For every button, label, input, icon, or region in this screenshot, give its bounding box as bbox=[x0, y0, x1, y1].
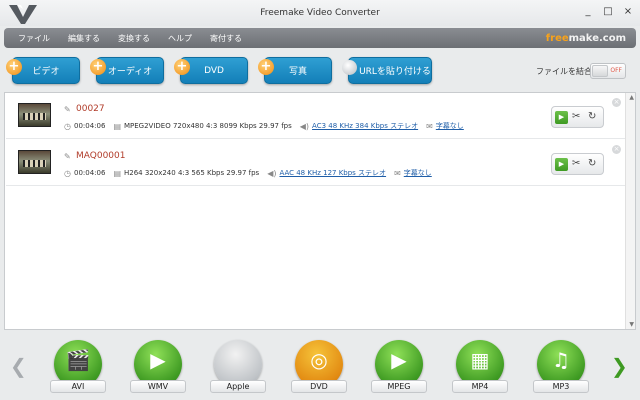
play-icon[interactable]: ▶ bbox=[555, 111, 568, 124]
file-row[interactable]: ✎ MAQ00001 ◷ 00:04:06 ▤ H264 320x240 4:3… bbox=[6, 140, 625, 186]
add-dvd-plus-icon: + bbox=[174, 59, 190, 75]
menu-donate[interactable]: 寄付する bbox=[210, 33, 242, 44]
brand-suffix: make.com bbox=[568, 33, 626, 44]
video-thumbnail bbox=[18, 103, 51, 127]
format-avi-button[interactable]: 🎬 AVI bbox=[50, 340, 106, 396]
clapperboard-icon: 🎬 bbox=[65, 348, 91, 372]
audio-info-link[interactable]: AC3 48 KHz 384 Kbps ステレオ bbox=[312, 121, 418, 131]
maximize-button[interactable]: □ bbox=[602, 6, 614, 18]
file-actions: ▶ ✂ ↻ bbox=[551, 153, 604, 175]
format-avi-label: AVI bbox=[50, 380, 106, 393]
window-title: Freemake Video Converter bbox=[260, 8, 380, 18]
menu-file[interactable]: ファイル bbox=[18, 33, 50, 44]
scroll-right-arrow-icon[interactable]: ❯ bbox=[611, 354, 628, 378]
menu-edit[interactable]: 編集する bbox=[68, 33, 100, 44]
minimize-button[interactable]: _ bbox=[582, 6, 594, 18]
file-list: ✎ 00027 ◷ 00:04:06 ▤ MPEG2VIDEO 720x480 … bbox=[4, 92, 636, 330]
brand-prefix: free bbox=[545, 33, 569, 44]
rotate-icon[interactable]: ↻ bbox=[588, 158, 596, 169]
play-icon[interactable]: ▶ bbox=[555, 158, 568, 171]
video-info: MPEG2VIDEO 720x480 4:3 8099 Kbps 29.97 f… bbox=[124, 122, 292, 130]
format-apple-button[interactable]: Apple bbox=[210, 340, 266, 396]
remove-file-icon[interactable]: × bbox=[612, 98, 621, 107]
film-icon: ▤ bbox=[113, 168, 121, 178]
file-name[interactable]: MAQ00001 bbox=[76, 151, 125, 161]
tv-play-icon: ▶ bbox=[391, 348, 407, 372]
windows-media-icon: ▶ bbox=[150, 348, 166, 372]
format-mpeg-button[interactable]: ▶ MPEG bbox=[371, 340, 427, 396]
edit-name-pencil-icon[interactable]: ✎ bbox=[64, 152, 71, 161]
add-dvd-label: DVD bbox=[204, 65, 224, 76]
scroll-down-icon[interactable]: ▼ bbox=[629, 321, 634, 328]
file-name[interactable]: 00027 bbox=[76, 104, 105, 114]
edit-name-pencil-icon[interactable]: ✎ bbox=[64, 105, 71, 114]
file-actions: ▶ ✂ ↻ bbox=[551, 106, 604, 128]
add-video-label: ビデオ bbox=[32, 67, 60, 77]
speech-bubble-icon: ✉ bbox=[426, 121, 433, 131]
menu-bar: ファイル 編集する 変換する ヘルプ 寄付する freemake.com bbox=[4, 28, 636, 48]
close-button[interactable]: × bbox=[622, 6, 634, 18]
add-dvd-button[interactable]: DVD bbox=[180, 57, 248, 84]
add-photo-button[interactable]: 写真 bbox=[264, 57, 332, 84]
add-audio-button[interactable]: オーディオ bbox=[96, 57, 164, 84]
audio-info-link[interactable]: AAC 48 KHz 127 Kbps ステレオ bbox=[279, 168, 386, 178]
rotate-icon[interactable]: ↻ bbox=[588, 111, 596, 122]
brand-link[interactable]: freemake.com bbox=[546, 33, 626, 44]
clock-icon: ◷ bbox=[64, 168, 71, 178]
format-mp3-button[interactable]: ♫ MP3 bbox=[533, 340, 589, 396]
file-duration: 00:04:06 bbox=[73, 122, 106, 130]
headphones-icon: ♫ bbox=[552, 348, 570, 372]
remove-file-icon[interactable]: × bbox=[612, 145, 621, 154]
subtitles-link[interactable]: 字幕なし bbox=[436, 121, 464, 131]
speech-bubble-icon: ✉ bbox=[394, 168, 401, 178]
dvd-disc-icon: ◎ bbox=[310, 348, 328, 372]
format-mp4-label: MP4 bbox=[452, 380, 508, 393]
paste-url-button[interactable]: URLを貼り付ける bbox=[348, 57, 432, 84]
file-duration: 00:04:06 bbox=[73, 169, 106, 177]
add-audio-plus-icon: + bbox=[90, 59, 106, 75]
file-meta: ◷ 00:04:06 ▤ MPEG2VIDEO 720x480 4:3 8099… bbox=[64, 121, 464, 131]
join-files-label: ファイルを結合 bbox=[536, 67, 592, 76]
format-dvd-label: DVD bbox=[291, 380, 347, 393]
video-info: H264 320x240 4:3 565 Kbps 29.97 fps bbox=[124, 169, 260, 177]
toggle-knob bbox=[592, 65, 608, 77]
add-video-plus-icon: + bbox=[6, 59, 22, 75]
toolbar: ビデオ + オーディオ + DVD + 写真 + URLを貼り付ける ファイルを… bbox=[0, 52, 640, 90]
file-meta: ◷ 00:04:06 ▤ H264 320x240 4:3 565 Kbps 2… bbox=[64, 168, 432, 178]
scrollbar[interactable]: ▲ ▼ bbox=[625, 93, 635, 329]
title-bar: Freemake Video Converter _ □ × bbox=[0, 0, 640, 26]
film-icon: ▤ bbox=[113, 121, 121, 131]
scissors-icon[interactable]: ✂ bbox=[572, 158, 580, 169]
subtitles-link[interactable]: 字幕なし bbox=[404, 168, 432, 178]
mobile-device-icon: ▦ bbox=[470, 348, 490, 372]
format-wmv-label: WMV bbox=[130, 380, 186, 393]
menu: ファイル 編集する 変換する ヘルプ 寄付する bbox=[18, 28, 242, 48]
join-files-toggle[interactable]: OFF bbox=[590, 63, 626, 79]
add-photo-plus-icon: + bbox=[258, 59, 274, 75]
menu-help[interactable]: ヘルプ bbox=[168, 33, 192, 44]
window-controls: _ □ × bbox=[582, 6, 634, 18]
output-formats-bar: ❮ 🎬 AVI ▶ WMV Apple ◎ DVD ▶ MPEG ▦ MP4 ♫… bbox=[0, 334, 640, 400]
video-thumbnail bbox=[18, 150, 51, 174]
format-mp4-button[interactable]: ▦ MP4 bbox=[452, 340, 508, 396]
format-mp3-label: MP3 bbox=[533, 380, 589, 393]
speaker-icon: ◀) bbox=[299, 121, 310, 131]
globe-icon bbox=[342, 60, 357, 75]
format-apple-label: Apple bbox=[210, 380, 266, 393]
add-audio-label: オーディオ bbox=[107, 67, 153, 77]
format-wmv-button[interactable]: ▶ WMV bbox=[130, 340, 186, 396]
clock-icon: ◷ bbox=[64, 121, 71, 131]
scroll-up-icon[interactable]: ▲ bbox=[629, 94, 634, 101]
format-mpeg-label: MPEG bbox=[371, 380, 427, 393]
paste-url-label: URLを貼り付ける bbox=[359, 67, 431, 77]
file-row[interactable]: ✎ 00027 ◷ 00:04:06 ▤ MPEG2VIDEO 720x480 … bbox=[6, 93, 625, 139]
scissors-icon[interactable]: ✂ bbox=[572, 111, 580, 122]
scroll-left-arrow-icon[interactable]: ❮ bbox=[10, 354, 27, 378]
speaker-icon: ◀) bbox=[267, 168, 277, 178]
toggle-state: OFF bbox=[610, 67, 622, 74]
menu-convert[interactable]: 変換する bbox=[118, 33, 150, 44]
add-photo-label: 写真 bbox=[288, 67, 307, 77]
format-dvd-button[interactable]: ◎ DVD bbox=[291, 340, 347, 396]
add-video-button[interactable]: ビデオ bbox=[12, 57, 80, 84]
